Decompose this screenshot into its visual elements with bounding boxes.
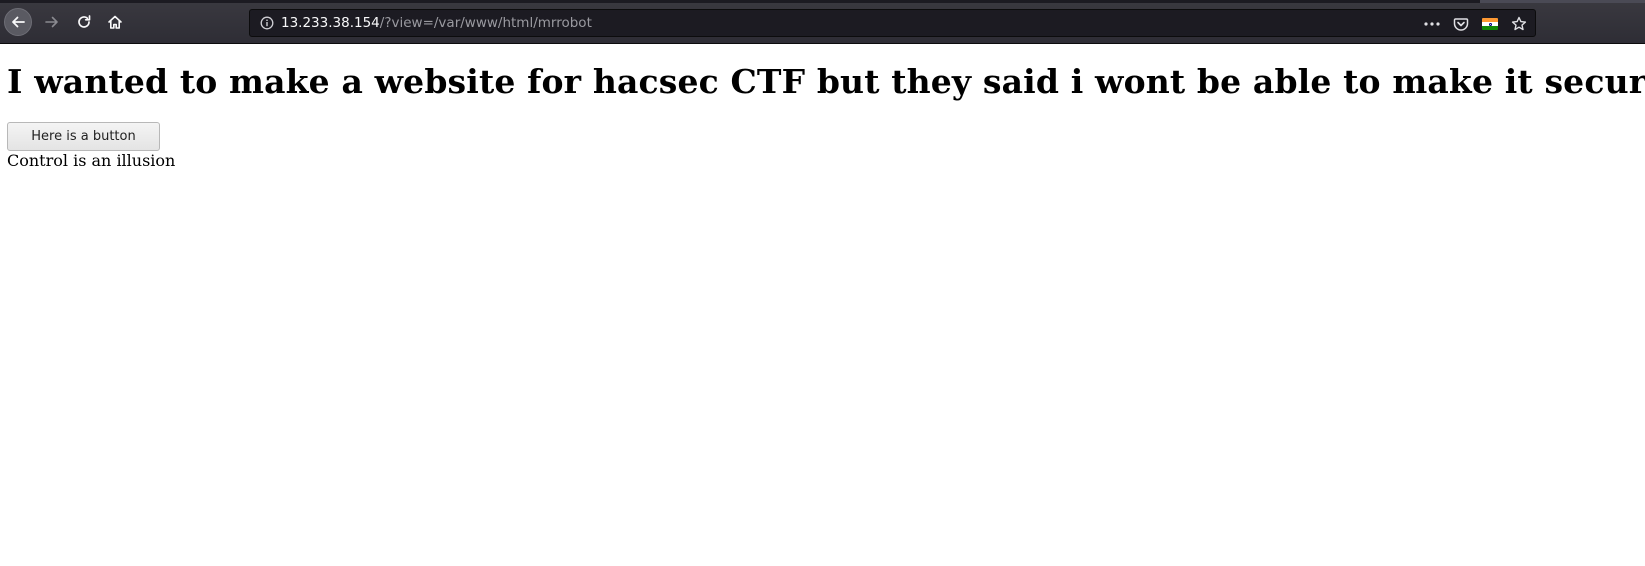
- tagline-text: Control is an illusion: [7, 151, 176, 170]
- browser-toolbar: 13.233.38.154/?view=/var/www/html/mrrobo…: [0, 0, 1645, 44]
- info-icon[interactable]: [260, 16, 274, 35]
- url-text[interactable]: 13.233.38.154/?view=/var/www/html/mrrobo…: [281, 15, 592, 31]
- home-icon: [107, 14, 123, 30]
- india-flag-icon[interactable]: [1482, 18, 1498, 30]
- more-dots-icon[interactable]: [1424, 22, 1440, 26]
- reload-button[interactable]: [70, 8, 98, 36]
- tab-strip-segment: [1480, 0, 1645, 3]
- address-bar-actions: [1411, 14, 1527, 34]
- star-icon[interactable]: [1511, 16, 1527, 32]
- back-button[interactable]: [4, 8, 32, 36]
- pocket-icon[interactable]: [1453, 16, 1469, 32]
- forward-button[interactable]: [38, 8, 66, 36]
- tab-strip-edge: [0, 0, 1645, 3]
- url-path: /?view=/var/www/html/mrrobot: [379, 15, 592, 31]
- flag-band-green: [1482, 26, 1498, 30]
- reload-icon: [76, 14, 92, 30]
- flag-shape: [1482, 18, 1498, 30]
- address-bar[interactable]: 13.233.38.154/?view=/var/www/html/mrrobo…: [249, 9, 1536, 37]
- here-is-a-button[interactable]: Here is a button: [7, 122, 160, 151]
- page-content: I wanted to make a website for hacsec CT…: [7, 44, 1645, 170]
- page-heading: I wanted to make a website for hacsec CT…: [7, 62, 1645, 101]
- url-host: 13.233.38.154: [281, 15, 380, 31]
- back-arrow-icon: [10, 14, 26, 30]
- forward-arrow-icon: [44, 14, 60, 30]
- home-button[interactable]: [101, 8, 129, 36]
